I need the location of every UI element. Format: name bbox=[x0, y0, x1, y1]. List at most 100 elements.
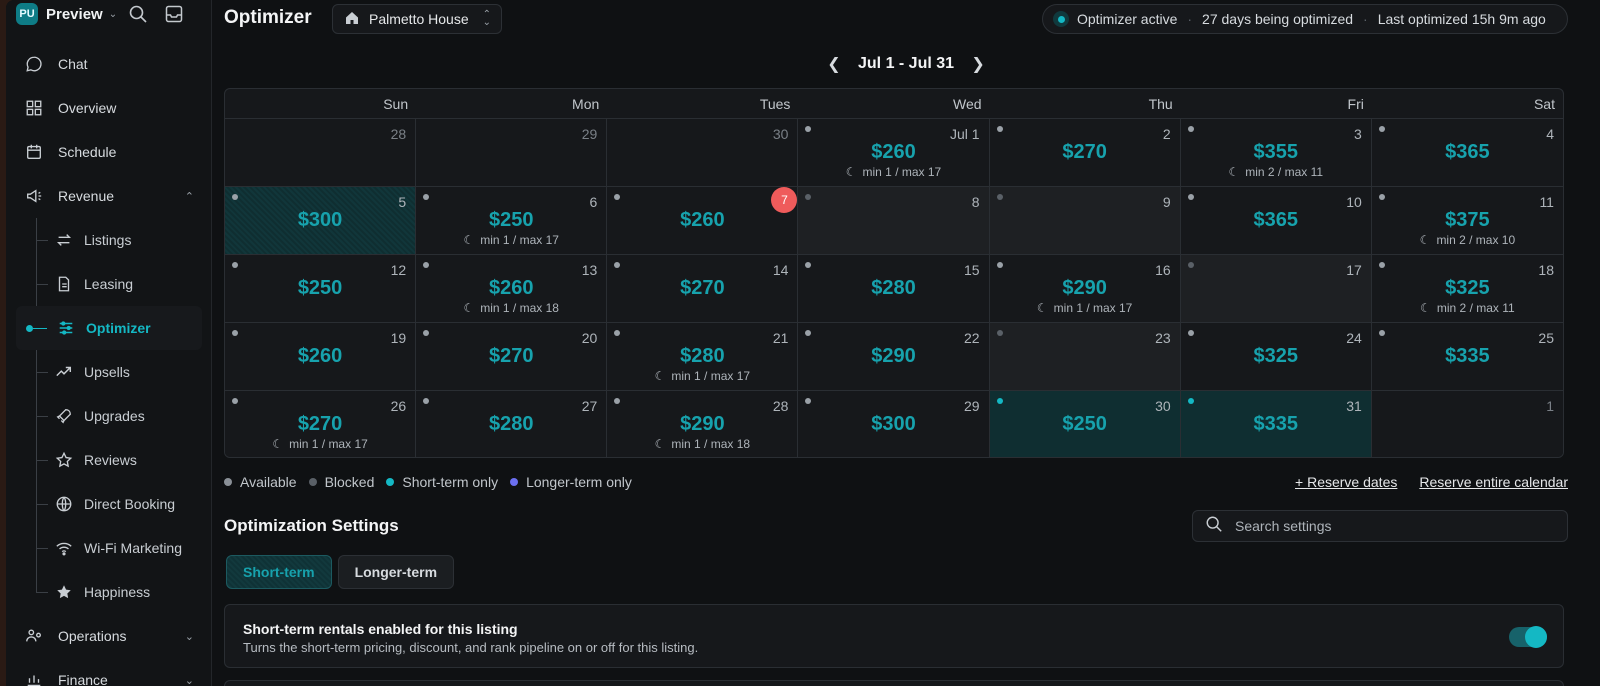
day-number: 10 bbox=[1346, 194, 1362, 210]
sidebar-item-direct-booking[interactable]: Direct Booking bbox=[36, 482, 202, 526]
calendar-day-cell[interactable]: 19 $260 bbox=[225, 323, 417, 391]
availability-dot bbox=[1378, 330, 1385, 336]
availability-dot bbox=[423, 262, 430, 268]
calendar-day-cell[interactable]: 31 $335 bbox=[1180, 391, 1372, 457]
nightly-price: $335 bbox=[1253, 413, 1299, 435]
nightly-price: $260 bbox=[488, 277, 534, 299]
sidebar-item-chat[interactable]: Chat bbox=[16, 42, 202, 86]
day-number: 1 bbox=[1546, 398, 1554, 414]
calendar-day-cell[interactable]: 10 $365 bbox=[1180, 187, 1372, 255]
nightly-price: $290 bbox=[1062, 277, 1107, 299]
sidebar-item-happiness[interactable]: Happiness bbox=[36, 570, 202, 614]
availability-dot bbox=[1378, 126, 1385, 132]
calendar-legend: Available Blocked Short-term only Longer-te… bbox=[224, 474, 644, 490]
calendar-day-cell[interactable]: 12 $250 bbox=[225, 255, 417, 323]
chevron-left-icon[interactable]: ❮ bbox=[824, 54, 844, 74]
day-number: 21 bbox=[772, 330, 789, 346]
reserve-dates-link[interactable]: + Reserve dates bbox=[1295, 474, 1397, 490]
sidebar-item-upgrades[interactable]: Upgrades bbox=[36, 394, 202, 438]
calendar-day-cell[interactable]: 30 $250 bbox=[989, 391, 1181, 457]
sidebar-item-revenue[interactable]: Revenue ⌃ bbox=[16, 174, 202, 218]
calendar-day-cell[interactable]: 15 $280 bbox=[798, 255, 990, 323]
sidebar-item-wi-fi-marketing[interactable]: Wi-Fi Marketing bbox=[36, 526, 202, 570]
calendar-day-cell[interactable]: 6 $250 min 1 / max 17 bbox=[416, 187, 608, 255]
short-term-toggle[interactable] bbox=[1509, 626, 1547, 648]
legend-item: Short-term only bbox=[386, 474, 498, 490]
calendar-day-cell[interactable]: 17 bbox=[1180, 255, 1372, 323]
sidebar-item-finance[interactable]: Finance ⌄ bbox=[16, 658, 202, 686]
availability-dot bbox=[996, 194, 1003, 200]
legend-label: Short-term only bbox=[402, 474, 499, 490]
calendar-day-cell[interactable]: 7 $260 bbox=[607, 187, 799, 255]
weekday-label: Thu bbox=[1148, 96, 1173, 112]
nightly-price: $260 bbox=[680, 209, 725, 231]
sidebar-item-upsells[interactable]: Upsells bbox=[36, 350, 202, 394]
calendar-day-cell[interactable]: 27 $280 bbox=[416, 391, 608, 457]
calendar-icon bbox=[24, 142, 44, 162]
wifi-icon bbox=[54, 538, 74, 558]
calendar-day-cell[interactable]: 4 $365 bbox=[1371, 119, 1563, 187]
legend-label: Blocked bbox=[324, 474, 375, 490]
pricing-calendar: SunMonTuesWedThuFriSat 282930Jul 1$260mi… bbox=[224, 88, 1564, 458]
sidebar-item-optimizer[interactable]: Optimizer bbox=[16, 306, 202, 350]
day-number: 4 bbox=[1546, 126, 1554, 142]
day-number: 26 bbox=[390, 398, 407, 414]
sidebar-item-leasing[interactable]: Leasing bbox=[36, 262, 202, 306]
sidebar-item-reviews[interactable]: Reviews bbox=[36, 438, 202, 482]
stay-length-rule: min 1 / max 17 bbox=[607, 369, 797, 383]
day-number: 25 bbox=[1538, 330, 1554, 346]
calendar-day-cell[interactable]: 23 bbox=[989, 323, 1181, 391]
calendar-day-cell[interactable]: 26 $270 min 1 / max 17 bbox=[225, 391, 417, 457]
stay-length-rule: min 2 / max 10 bbox=[1372, 233, 1563, 247]
calendar-day-cell[interactable]: 8 bbox=[798, 187, 990, 255]
sidebar-item-operations[interactable]: Operations ⌄ bbox=[16, 614, 202, 658]
calendar-day-cell[interactable]: 22 $290 bbox=[798, 323, 990, 391]
sidebar-item-listings[interactable]: Listings bbox=[36, 218, 202, 262]
sidebar-item-schedule[interactable]: Schedule bbox=[16, 130, 202, 174]
sidebar-item-label: Leasing bbox=[84, 276, 134, 292]
calendar-day-cell[interactable]: 3 $355 min 2 / max 11 bbox=[1180, 119, 1372, 187]
calendar-day-cell[interactable]: 21 $280 min 1 / max 17 bbox=[607, 323, 799, 391]
people-gear-icon bbox=[24, 626, 44, 646]
availability-dot bbox=[1378, 194, 1385, 200]
sidebar: PU Preview ⌄ Chat Overview Schedule Revenue… bbox=[6, 0, 212, 686]
sidebar-item-overview[interactable]: Overview bbox=[16, 86, 202, 130]
calendar-day-cell[interactable]: 9 bbox=[989, 187, 1181, 255]
sidebar-item-label: Schedule bbox=[58, 144, 117, 160]
workspace-switcher[interactable]: PU Preview ⌄ bbox=[16, 2, 117, 26]
property-select[interactable]: Palmetto House ⌃ ⌄ bbox=[332, 4, 502, 34]
calendar-day-cell[interactable]: 29 $300 bbox=[798, 391, 990, 457]
calendar-day-cell[interactable]: 25 $335 bbox=[1371, 323, 1563, 391]
search-icon[interactable] bbox=[128, 4, 148, 29]
calendar-day-cell[interactable]: Jul 1 $260 min 1 / max 17 bbox=[798, 119, 990, 187]
chevron-down-icon: ⌄ bbox=[184, 674, 194, 686]
availability-dot bbox=[805, 398, 812, 404]
main-content: Optimizer Palmetto House ⌃ ⌄ Optimizer ac… bbox=[224, 0, 1574, 686]
inbox-icon[interactable] bbox=[164, 4, 184, 29]
chevron-right-icon[interactable]: ❯ bbox=[968, 54, 988, 74]
calendar-day-cell[interactable]: 28 $290 min 1 / max 18 bbox=[607, 391, 799, 457]
legend-label: Available bbox=[240, 474, 297, 490]
availability-dot bbox=[614, 262, 621, 268]
search-settings-input[interactable] bbox=[1235, 518, 1555, 534]
calendar-day-cell[interactable]: 18 $325 min 2 / max 11 bbox=[1371, 255, 1563, 323]
calendar-day-cell[interactable]: 24 $325 bbox=[1180, 323, 1372, 391]
legend-item: Longer-term only bbox=[510, 474, 632, 490]
tab-longer-term[interactable]: Longer-term bbox=[337, 555, 455, 589]
availability-dot bbox=[1378, 262, 1385, 268]
calendar-day-cell[interactable]: 5 $300 bbox=[225, 187, 417, 255]
calendar-day-cell[interactable]: 13 $260 min 1 / max 18 bbox=[416, 255, 608, 323]
day-number: 28 bbox=[390, 126, 407, 142]
weekday-label: Fri bbox=[1347, 96, 1364, 112]
tab-short-term[interactable]: Short-term bbox=[226, 555, 332, 589]
calendar-day-cell[interactable]: 2 $270 bbox=[989, 119, 1181, 187]
day-number: 30 bbox=[772, 126, 789, 142]
calendar-day-cell[interactable]: 11 $375 min 2 / max 10 bbox=[1371, 187, 1563, 255]
reserve-calendar-link[interactable]: Reserve entire calendar bbox=[1419, 474, 1568, 490]
chevron-up-icon: ⌃ bbox=[184, 190, 194, 203]
calendar-day-cell[interactable]: 14 $270 bbox=[607, 255, 799, 323]
nightly-price: $325 bbox=[1253, 345, 1299, 367]
availability-dot bbox=[232, 398, 238, 404]
calendar-day-cell[interactable]: 20 $270 bbox=[416, 323, 608, 391]
calendar-day-cell[interactable]: 16 $290 min 1 / max 17 bbox=[989, 255, 1181, 323]
